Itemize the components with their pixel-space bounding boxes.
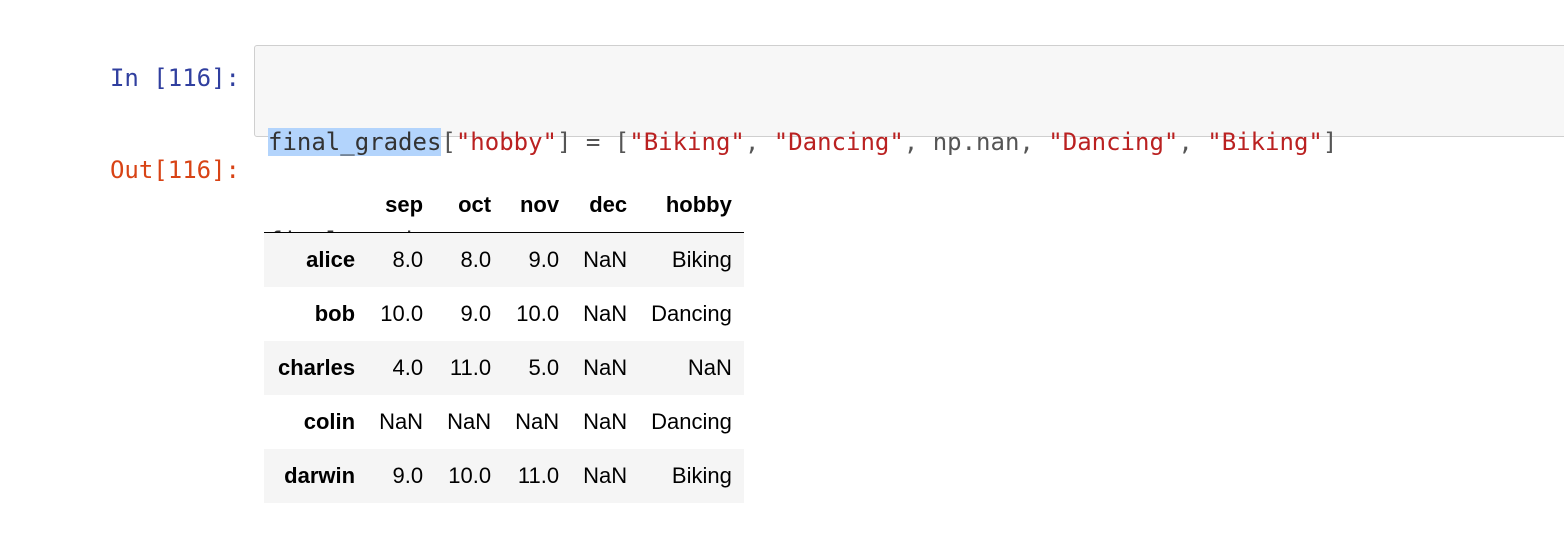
table-cell: 4.0: [392, 355, 424, 380]
table-cell: 9.0: [460, 301, 492, 326]
column-header-hobby: hobby: [639, 178, 744, 233]
column-header-index: [264, 178, 368, 233]
table-cell: Biking: [671, 463, 732, 488]
code-string: "Biking": [1207, 128, 1323, 156]
table-cell: 9.0: [528, 247, 560, 272]
table-cell: 8.0: [392, 247, 424, 272]
row-index-label: darwin: [284, 463, 356, 488]
table-cell: NaN: [583, 301, 628, 326]
table-cell: NaN: [583, 409, 628, 434]
table-cell: 10.0: [380, 301, 424, 326]
code-cell-editor[interactable]: final_grades["hobby"] = ["Biking", "Danc…: [254, 45, 1564, 255]
table-cell: NaN: [583, 355, 628, 380]
code-string: "Biking": [629, 128, 745, 156]
table-cell: 10.0: [448, 463, 492, 488]
table-cell: Biking: [671, 247, 732, 272]
table-cell: NaN: [379, 409, 424, 434]
table-cell: Dancing: [651, 301, 732, 326]
table-row: darwin 9.0 10.0 11.0 NaN Biking: [264, 449, 744, 503]
table-cell: NaN: [515, 409, 560, 434]
table-cell: 11.0: [517, 463, 560, 488]
column-header-sep: sep: [367, 178, 436, 233]
table-cell: 11.0: [449, 355, 492, 380]
code-token: , np.nan,: [903, 128, 1049, 156]
table-cell: 5.0: [528, 355, 560, 380]
code-token: ]: [1322, 128, 1338, 156]
table-cell: NaN: [447, 409, 492, 434]
table-cell: 9.0: [392, 463, 424, 488]
code-string: "Dancing": [1048, 128, 1179, 156]
notebook: In [116]: final_grades["hobby"] = ["Biki…: [0, 0, 1564, 540]
table-row: alice 8.0 8.0 9.0 NaN Biking: [264, 232, 744, 287]
row-index-label: colin: [303, 409, 356, 434]
row-index-label: alice: [306, 247, 356, 272]
code-token: ,: [744, 128, 774, 156]
code-token: [: [441, 128, 456, 156]
table-header-row: sep oct nov dec hobby: [264, 178, 744, 233]
table-row: colin NaN NaN NaN NaN Dancing: [264, 395, 744, 449]
input-prompt: In [116]:: [109, 64, 240, 92]
code-string: "Dancing": [773, 128, 904, 156]
table-cell: 10.0: [516, 301, 560, 326]
row-index-label: bob: [314, 301, 356, 326]
table-row: charles 4.0 11.0 5.0 NaN NaN: [264, 341, 744, 395]
table-cell: NaN: [583, 463, 628, 488]
column-header-dec: dec: [571, 178, 640, 233]
code-token: ,: [1178, 128, 1208, 156]
table-cell: 8.0: [460, 247, 492, 272]
code-string: "hobby": [455, 128, 557, 156]
code-line-1: final_grades["hobby"] = ["Biking", "Danc…: [268, 126, 1564, 159]
column-header-oct: oct: [435, 178, 504, 233]
table-cell: NaN: [687, 355, 732, 380]
output-prompt: Out[116]:: [109, 156, 240, 184]
code-selected-text: final_grades: [268, 128, 442, 156]
column-header-nov: nov: [503, 178, 572, 233]
table-row: bob 10.0 9.0 10.0 NaN Dancing: [264, 287, 744, 341]
table-cell: Dancing: [651, 409, 732, 434]
row-index-label: charles: [278, 355, 356, 380]
code-token: ] = [: [557, 128, 630, 156]
dataframe-table: sep oct nov dec hobby alice 8.0 8.0 9.0 …: [264, 178, 744, 503]
table-cell: NaN: [583, 247, 628, 272]
